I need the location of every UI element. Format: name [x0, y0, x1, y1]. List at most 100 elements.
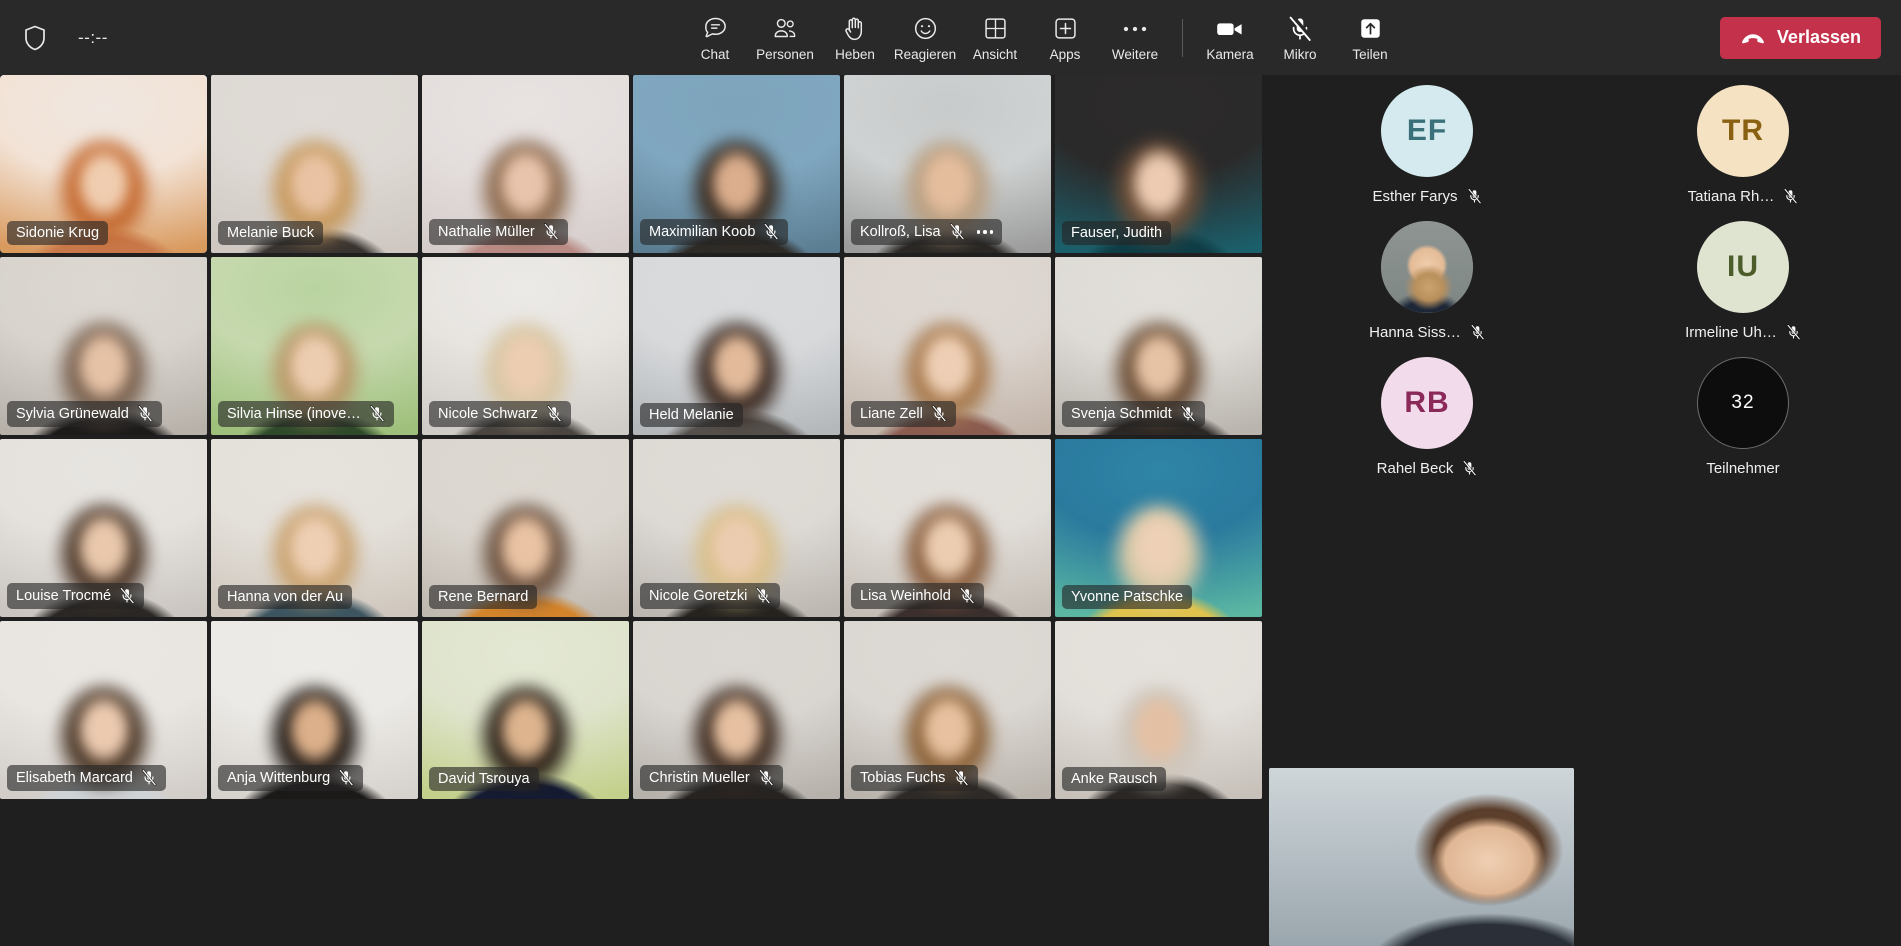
- participant-avatar-cell[interactable]: RB Rahel Beck: [1269, 347, 1585, 483]
- participant-count-cell[interactable]: 32Teilnehmer: [1585, 347, 1901, 483]
- participant-avatar-cell[interactable]: EFEsther Farys: [1269, 75, 1585, 211]
- microphone-muted-icon: [1783, 188, 1798, 205]
- participant-name: Rahel Beck: [1377, 460, 1454, 477]
- participant-face: [495, 146, 557, 224]
- toolbar-button-apps[interactable]: Apps: [1030, 3, 1100, 73]
- participant-name: Hanna Siss…: [1369, 324, 1461, 341]
- video-tile[interactable]: Tobias Fuchs: [844, 621, 1051, 799]
- avatar-initials: RB: [1404, 386, 1449, 420]
- video-tile[interactable]: Melanie Buck: [211, 75, 418, 253]
- leave-button[interactable]: Verlassen: [1720, 17, 1881, 59]
- video-grid-row: Sidonie Krug Melanie Buck Nathalie Müller M…: [0, 75, 1269, 253]
- microphone-muted-icon: [1783, 188, 1798, 205]
- video-tile-name: Silvia Hinse (inove…: [227, 406, 361, 422]
- video-tile-name: Sylvia Grünewald: [16, 406, 129, 422]
- video-tile[interactable]: Nicole Schwarz: [422, 257, 629, 435]
- participant-face: [1128, 692, 1190, 770]
- microphone-muted-icon: [546, 405, 562, 423]
- toolbar-label-share: Teilen: [1352, 47, 1387, 62]
- avatar: TR: [1697, 85, 1789, 177]
- video-tile[interactable]: Sylvia Grünewald: [0, 257, 207, 435]
- video-tile[interactable]: Fauser, Judith: [1055, 75, 1262, 253]
- microphone-muted-icon: [758, 769, 774, 787]
- toolbar-button-view[interactable]: Ansicht: [960, 3, 1030, 73]
- video-tile[interactable]: Nathalie Müller: [422, 75, 629, 253]
- camera-icon: [1215, 14, 1245, 44]
- microphone-muted-icon: [119, 587, 135, 605]
- video-tile[interactable]: Anke Rausch: [1055, 621, 1262, 799]
- video-tile[interactable]: Louise Trocmé: [0, 439, 207, 617]
- video-tile-name-badge: Maximilian Koob: [640, 219, 788, 245]
- toolbar-label-more: Weitere: [1112, 47, 1158, 62]
- participant-face: [917, 146, 979, 224]
- toolbar-button-share[interactable]: Teilen: [1335, 3, 1405, 73]
- toolbar-label-raise-hand: Heben: [835, 47, 875, 62]
- video-tile-name-badge: Lisa Weinhold: [851, 583, 984, 609]
- plus-box-apps-icon: [1053, 14, 1078, 44]
- toolbar-button-more[interactable]: Weitere: [1100, 3, 1170, 73]
- video-tile[interactable]: David Tsrouya: [422, 621, 629, 799]
- toolbar-button-react[interactable]: Reagieren: [890, 3, 960, 73]
- microphone-muted-icon: [338, 769, 354, 787]
- participant-face: [495, 692, 557, 770]
- video-tile-name-badge: Sylvia Grünewald: [7, 401, 162, 427]
- toolbar-button-people[interactable]: Personen: [750, 3, 820, 73]
- video-tile[interactable]: Held Melanie: [633, 257, 840, 435]
- video-tile[interactable]: Kollroß, Lisa: [844, 75, 1051, 253]
- video-tile-name-badge: Fauser, Judith: [1062, 221, 1171, 245]
- video-tile[interactable]: Svenja Schmidt: [1055, 257, 1262, 435]
- video-tile[interactable]: Sidonie Krug: [0, 75, 207, 253]
- participant-avatar-cell[interactable]: TRTatiana Rh…: [1585, 75, 1901, 211]
- toolbar-label-react: Reagieren: [894, 47, 956, 62]
- toolbar-label-apps: Apps: [1050, 47, 1081, 62]
- participant-name: Esther Farys: [1372, 188, 1457, 205]
- microphone-muted-icon: [1287, 14, 1313, 44]
- video-tile[interactable]: Nicole Goretzki: [633, 439, 840, 617]
- tile-more-options-icon[interactable]: [977, 230, 994, 234]
- video-tile[interactable]: Rene Bernard: [422, 439, 629, 617]
- video-tile-name-badge: Nathalie Müller: [429, 219, 568, 245]
- meeting-timer: --:--: [78, 28, 108, 48]
- participant-face: [284, 692, 346, 770]
- microphone-muted-icon: [543, 223, 559, 241]
- video-tile[interactable]: Elisabeth Marcard: [0, 621, 207, 799]
- shield-icon: [18, 21, 52, 55]
- video-tile[interactable]: Yvonne Patschke: [1055, 439, 1262, 617]
- video-tile[interactable]: Hanna von der Au: [211, 439, 418, 617]
- grid-view-icon: [983, 14, 1008, 44]
- video-tile[interactable]: Lisa Weinhold: [844, 439, 1051, 617]
- microphone-muted-icon: [953, 769, 969, 787]
- participant-face: [917, 328, 979, 406]
- video-tile[interactable]: Silvia Hinse (inove…: [211, 257, 418, 435]
- video-tile-name: Maximilian Koob: [649, 224, 755, 240]
- microphone-muted-icon: [1786, 324, 1801, 341]
- video-tile-name-badge: Held Melanie: [640, 403, 743, 427]
- avatar: IU: [1697, 221, 1789, 313]
- participant-face: [73, 328, 135, 406]
- video-tile[interactable]: [1269, 768, 1574, 946]
- video-grid-row: Louise Trocmé Hanna von der AuRene Bernar…: [0, 439, 1269, 617]
- video-tile-name: Anja Wittenburg: [227, 770, 330, 786]
- toolbar-button-raise-hand[interactable]: Heben: [820, 3, 890, 73]
- toolbar-button-camera[interactable]: Kamera: [1195, 3, 1265, 73]
- toolbar-button-microphone[interactable]: Mikro: [1265, 3, 1335, 73]
- video-tile[interactable]: Maximilian Koob: [633, 75, 840, 253]
- participant-avatar-cell[interactable]: IUIrmeline Uh…: [1585, 211, 1901, 347]
- microphone-muted-icon: [141, 769, 157, 787]
- participant-face: [1128, 328, 1190, 406]
- toolbar-divider: [1182, 19, 1183, 57]
- video-tile-name: Sidonie Krug: [16, 225, 99, 241]
- video-tile-name-badge: Tobias Fuchs: [851, 765, 978, 791]
- video-tile-name: Nicole Goretzki: [649, 588, 747, 604]
- toolbar-button-chat[interactable]: Chat: [680, 3, 750, 73]
- video-tile[interactable]: Christin Mueller: [633, 621, 840, 799]
- video-tile-name-badge: Louise Trocmé: [7, 583, 144, 609]
- video-tile[interactable]: Liane Zell: [844, 257, 1051, 435]
- microphone-muted-icon: [369, 405, 385, 423]
- video-tile[interactable]: Anja Wittenburg: [211, 621, 418, 799]
- video-tile-name-badge: Nicole Goretzki: [640, 583, 780, 609]
- participant-face: [917, 692, 979, 770]
- microphone-muted-icon: [1467, 188, 1482, 205]
- video-tile-name: Svenja Schmidt: [1071, 406, 1172, 422]
- participant-avatar-cell[interactable]: Hanna Siss…: [1269, 211, 1585, 347]
